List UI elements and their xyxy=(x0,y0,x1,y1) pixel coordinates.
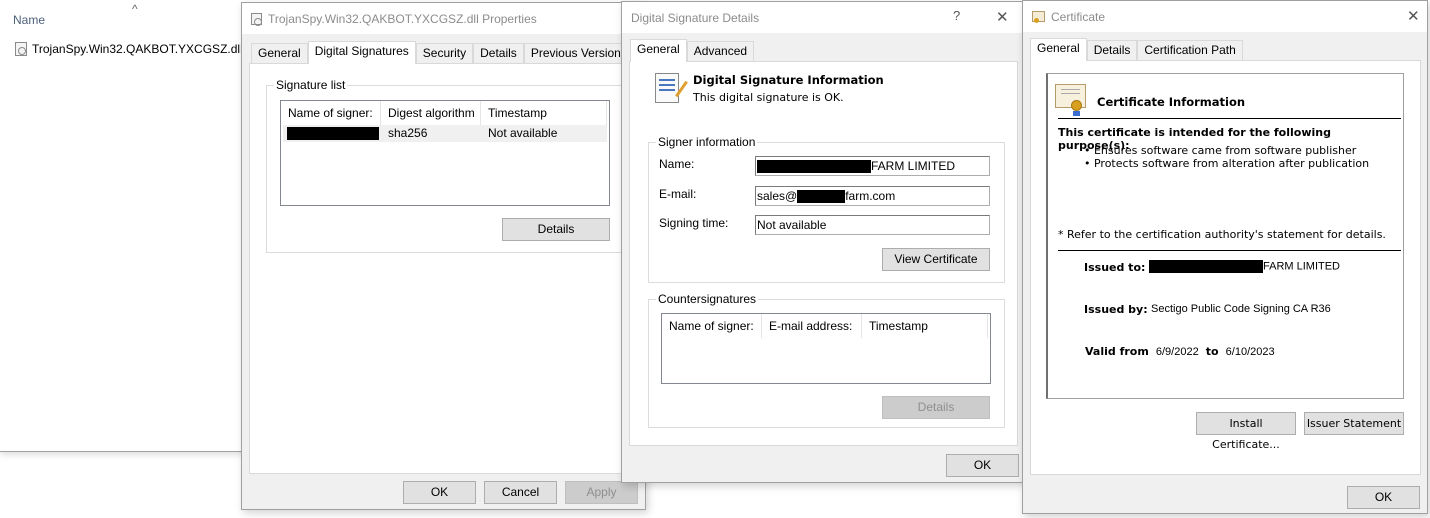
valid-to-date: 6/10/2023 xyxy=(1225,346,1275,358)
digest-value: sha256 xyxy=(388,126,428,140)
countersignatures-list[interactable]: Name of signer: E-mail address: Timestam… xyxy=(661,313,991,384)
redacted-signer xyxy=(287,127,379,141)
signature-details-window: Digital Signature Details ? ✕ General Ad… xyxy=(621,1,1023,483)
issued-to-label: Issued to: xyxy=(1084,261,1146,274)
tab-advanced[interactable]: Advanced xyxy=(686,41,755,61)
table-row[interactable]: sha256 Not available xyxy=(283,125,607,142)
close-icon[interactable]: ✕ xyxy=(996,8,1009,26)
col-timestamp[interactable]: Timestamp xyxy=(862,314,988,338)
certificate-info-heading: Certificate Information xyxy=(1097,95,1246,109)
dll-file-icon xyxy=(251,12,262,26)
file-item[interactable]: TrojanSpy.Win32.QAKBOT.YXCGSZ.dll xyxy=(15,42,243,56)
validity: Valid from 6/9/2022 to 6/10/2023 xyxy=(1085,345,1275,358)
name-field[interactable]: FARM LIMITED xyxy=(755,156,990,176)
purpose-item: • Ensures software came from software pu… xyxy=(1084,144,1357,157)
col-timestamp[interactable]: Timestamp xyxy=(481,101,607,125)
redacted-issued-to xyxy=(1149,260,1263,273)
signing-time-label: Signing time: xyxy=(659,216,729,230)
signature-details-titlebar[interactable]: Digital Signature Details ? ✕ xyxy=(622,2,1022,33)
valid-from-label: Valid from xyxy=(1085,345,1149,358)
valid-from-date: 6/9/2022 xyxy=(1155,346,1199,358)
tab-previous-versions[interactable]: Previous Versions xyxy=(523,43,634,63)
tab-general[interactable]: General xyxy=(1030,38,1087,61)
timestamp-value: Not available xyxy=(488,126,558,140)
tab-details[interactable]: Details xyxy=(473,43,524,63)
signature-details-tabs: General Advanced xyxy=(630,39,755,62)
general-page: Digital Signature Information This digit… xyxy=(629,61,1018,446)
issued-by-value: Sectigo Public Code Signing CA R36 xyxy=(1151,303,1331,315)
help-icon[interactable]: ? xyxy=(953,8,960,23)
install-certificate-button[interactable]: Install Certificate... xyxy=(1196,412,1296,451)
view-certificate-button[interactable]: View Certificate xyxy=(882,248,990,271)
certificate-tabs: General Details Certification Path xyxy=(1030,38,1243,61)
signer-information-label: Signer information xyxy=(658,135,756,149)
countersignature-details-button[interactable]: Details xyxy=(882,396,990,419)
details-button[interactable]: Details xyxy=(502,218,610,241)
col-name-of-signer[interactable]: Name of signer: xyxy=(662,314,762,338)
divider xyxy=(1058,250,1401,251)
ok-button[interactable]: OK xyxy=(1347,486,1420,509)
certificate-icon xyxy=(1032,11,1045,23)
name-label: Name: xyxy=(659,157,695,171)
column-header-name[interactable]: Name xyxy=(13,13,45,27)
email-field[interactable]: sales@ farm.com xyxy=(755,186,990,206)
properties-window: TrojanSpy.Win32.QAKBOT.YXCGSZ.dll Proper… xyxy=(241,2,646,510)
issued-by-label: Issued by: xyxy=(1084,303,1148,316)
digital-signatures-page: Signature list Name of signer: Digest al… xyxy=(249,63,646,474)
certificate-titlebar[interactable]: Certificate ✕ xyxy=(1023,1,1427,32)
close-icon[interactable]: ✕ xyxy=(1407,7,1420,25)
properties-titlebar[interactable]: TrojanSpy.Win32.QAKBOT.YXCGSZ.dll Proper… xyxy=(242,3,645,34)
signature-document-icon xyxy=(655,73,688,103)
properties-tabs: General Digital Signatures Security Deta… xyxy=(251,41,634,64)
signature-list-header: Name of signer: Digest algorithm Timesta… xyxy=(281,101,609,125)
window-title: TrojanSpy.Win32.QAKBOT.YXCGSZ.dll Proper… xyxy=(268,11,537,26)
refer-note: * Refer to the certification authority's… xyxy=(1058,228,1386,241)
countersignatures-label: Countersignatures xyxy=(658,292,757,306)
col-digest-algorithm[interactable]: Digest algorithm xyxy=(381,101,481,125)
info-heading: Digital Signature Information xyxy=(693,73,884,87)
info-status: This digital signature is OK. xyxy=(693,91,844,104)
ok-button[interactable]: OK xyxy=(403,481,476,504)
apply-button[interactable]: Apply xyxy=(565,481,638,504)
certificate-info-pane: Certificate Information This certificate… xyxy=(1046,73,1404,399)
sort-caret-icon[interactable]: ^ xyxy=(132,2,138,16)
dll-file-icon xyxy=(15,42,27,56)
signing-time-field[interactable]: Not available xyxy=(755,215,990,235)
tab-certification-path[interactable]: Certification Path xyxy=(1137,40,1243,60)
issuer-statement-button[interactable]: Issuer Statement xyxy=(1304,412,1404,435)
cancel-button[interactable]: Cancel xyxy=(484,481,557,504)
col-email-address[interactable]: E-mail address: xyxy=(762,314,862,338)
redacted-email xyxy=(797,190,846,204)
file-name: TrojanSpy.Win32.QAKBOT.YXCGSZ.dll xyxy=(32,42,243,56)
certificate-window: Certificate ✕ General Details Certificat… xyxy=(1022,0,1428,514)
divider xyxy=(1058,118,1401,119)
ok-button[interactable]: OK xyxy=(946,454,1019,477)
general-page: Certificate Information This certificate… xyxy=(1030,60,1421,475)
email-label: E-mail: xyxy=(659,187,697,201)
tab-general[interactable]: General xyxy=(251,43,308,63)
tab-security[interactable]: Security xyxy=(415,43,474,63)
to-label: to xyxy=(1205,345,1219,358)
signature-list-label: Signature list xyxy=(276,78,346,92)
signature-list[interactable]: Name of signer: Digest algorithm Timesta… xyxy=(280,100,610,206)
file-explorer: ^ Name TrojanSpy.Win32.QAKBOT.YXCGSZ.dll xyxy=(0,0,245,452)
issued-to-value: FARM LIMITED xyxy=(1149,260,1340,273)
redacted-name xyxy=(757,160,871,174)
certificate-icon xyxy=(1055,84,1086,116)
purpose-item: • Protects software from alteration afte… xyxy=(1084,157,1370,170)
col-name-of-signer[interactable]: Name of signer: xyxy=(281,101,381,125)
window-title: Certificate xyxy=(1051,9,1106,24)
tab-general[interactable]: General xyxy=(630,39,687,62)
tab-digital-signatures[interactable]: Digital Signatures xyxy=(307,41,416,64)
tab-details[interactable]: Details xyxy=(1086,40,1138,60)
countersignatures-header: Name of signer: E-mail address: Timestam… xyxy=(662,314,990,338)
window-title: Digital Signature Details xyxy=(631,10,760,25)
